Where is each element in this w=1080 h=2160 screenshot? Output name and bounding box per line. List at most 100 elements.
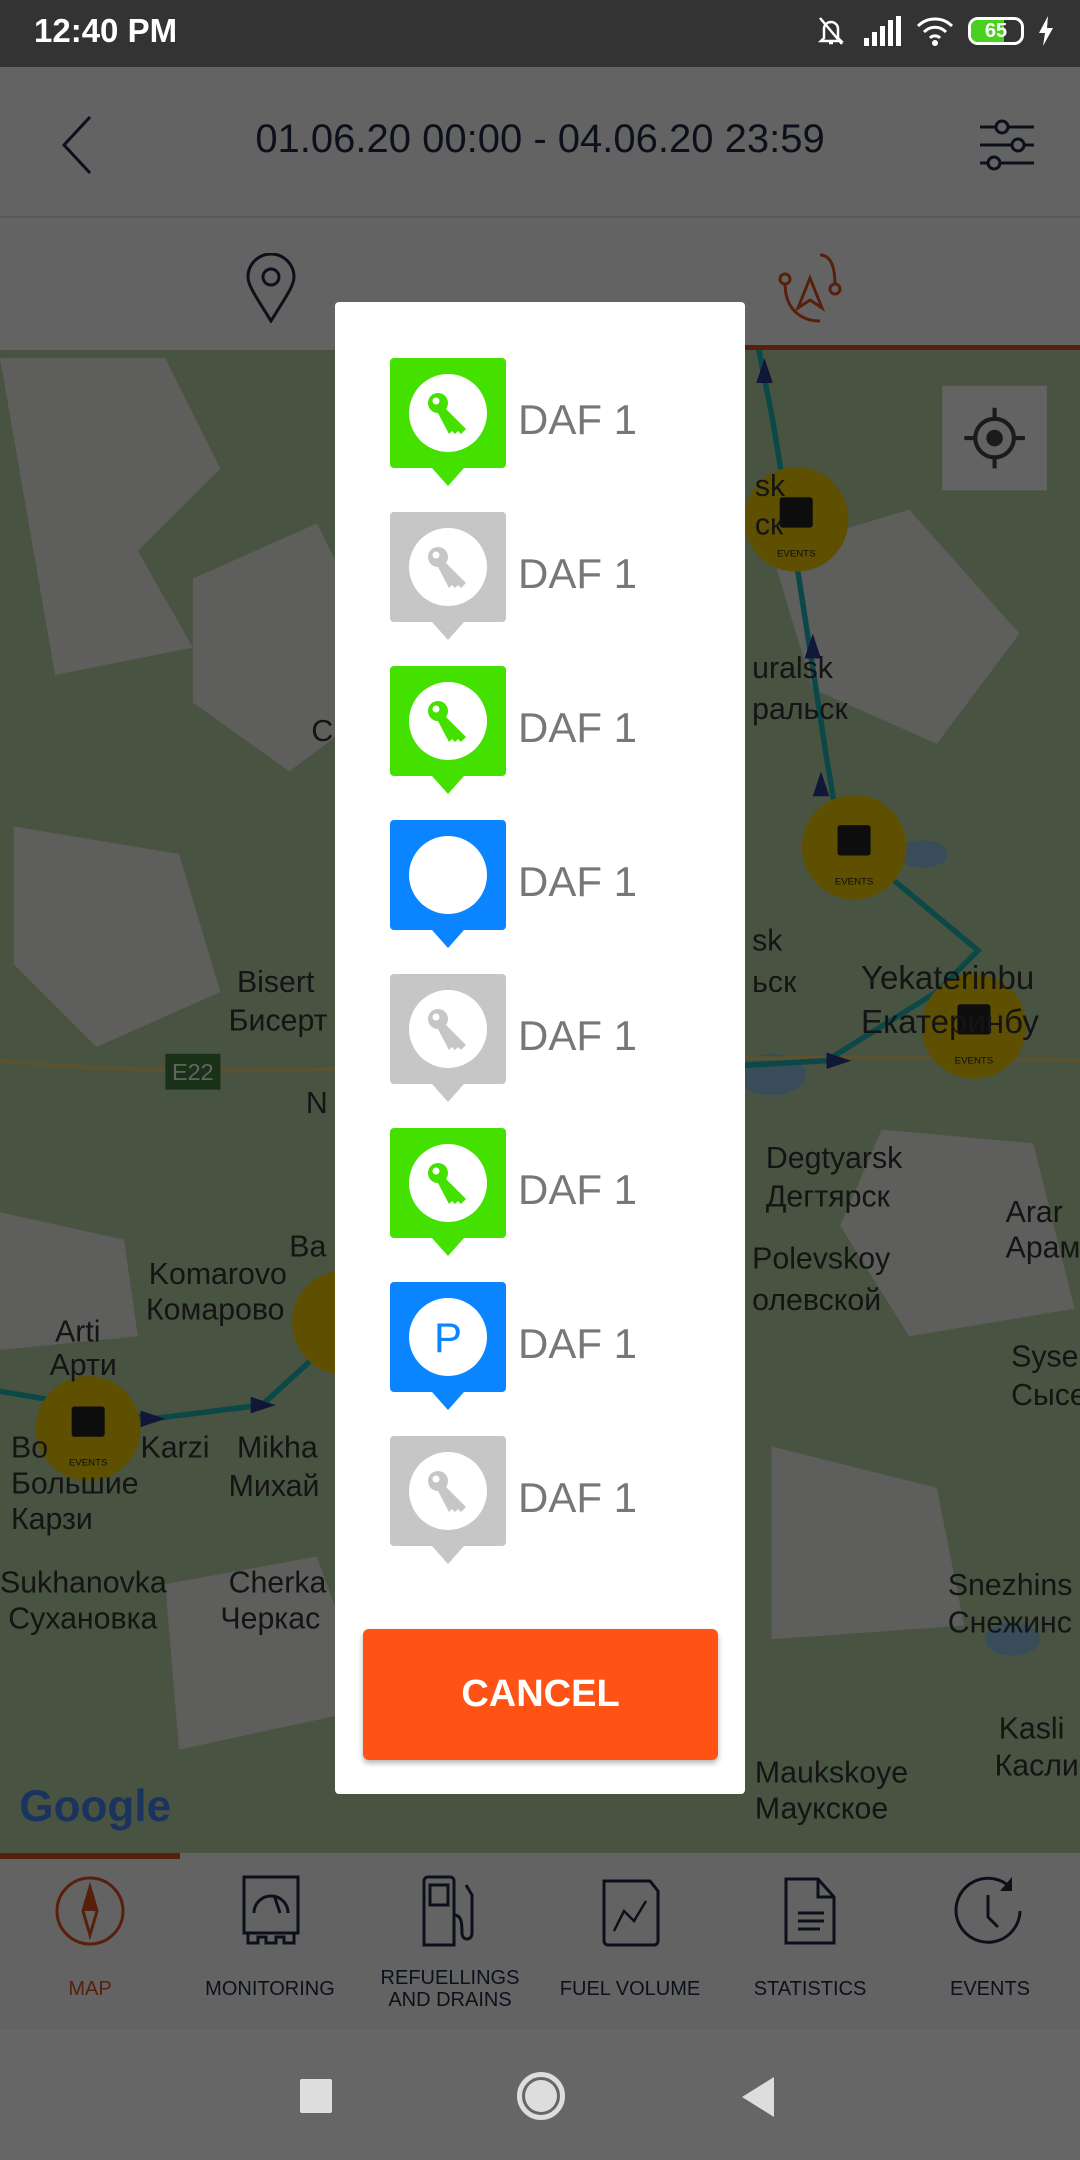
vehicle-name: DAF 1 — [518, 1474, 638, 1521]
nav-label: EVENTS — [949, 1978, 1031, 2000]
key-marker-icon — [390, 358, 506, 486]
nav-item-events[interactable]: EVENTS — [900, 1853, 1080, 2030]
map-label: ральск — [752, 693, 848, 726]
map-label: Kasli — [999, 1712, 1065, 1745]
vehicle-name: DAF 1 — [518, 704, 638, 751]
key-marker-icon — [390, 1128, 506, 1256]
nav-label: FUEL VOLUME — [559, 1978, 701, 2000]
map-label: Maukskoye — [755, 1757, 908, 1790]
clock: 12:40 PM — [34, 12, 178, 49]
route-icon[interactable] — [775, 253, 845, 323]
map-label: Михай — [229, 1470, 320, 1503]
nav-item-statistics[interactable]: STATISTICS — [720, 1853, 900, 2030]
map-label: Arti — [55, 1316, 100, 1349]
dialog-list-item[interactable]: DAF 1 — [390, 666, 720, 796]
map-label: Bo — [11, 1431, 48, 1464]
road-badge-label: E22 — [172, 1059, 214, 1085]
dialog-list-item[interactable]: DAF 1 — [390, 512, 720, 642]
nav-label: REFUELLINGS AND DRAINS — [380, 1967, 520, 2011]
map-label: Дегтярск — [766, 1181, 891, 1214]
key-marker-icon — [390, 974, 506, 1102]
nav-item-monitoring[interactable]: MONITORING — [180, 1853, 360, 2030]
nav-item-refuellings[interactable]: REFUELLINGS AND DRAINS — [360, 1853, 540, 2030]
bottom-navigation: MAP MONITORING REFUELLINGS AND DRAINS FU… — [0, 1853, 1080, 2030]
map-label: Снежинс — [948, 1606, 1072, 1639]
vehicle-name: DAF 1 — [518, 1012, 638, 1059]
battery-indicator: 65 — [968, 17, 1024, 45]
recents-button[interactable] — [300, 2079, 332, 2113]
vehicle-name: DAF 1 — [518, 858, 638, 905]
map-label: Маукское — [755, 1792, 888, 1825]
map-label: Mikha — [237, 1431, 318, 1464]
map-label: Комарово — [146, 1294, 284, 1327]
key-marker-icon — [390, 512, 506, 640]
battery-level: 65 — [984, 20, 1008, 42]
map-label: Касли — [995, 1750, 1079, 1783]
map-label: Арам — [1006, 1232, 1080, 1265]
map-label: sk — [755, 470, 786, 503]
map-label: Сысе — [1011, 1379, 1080, 1412]
nav-label: MONITORING — [205, 1978, 335, 2000]
home-button[interactable] — [517, 2072, 565, 2120]
silent-bell-icon — [817, 17, 845, 45]
map-label: Komarovo — [149, 1258, 287, 1291]
vehicle-name: DAF 1 — [518, 1166, 638, 1213]
dialog-list-item[interactable]: DAF 1 — [390, 1128, 720, 1258]
fuel-pump-icon — [422, 1875, 474, 1947]
nav-label: STATISTICS — [753, 1978, 867, 2000]
document-icon — [784, 1877, 836, 1945]
event-marker: EVENTS — [801, 794, 907, 900]
vehicle-name: DAF 1 — [518, 1320, 638, 1367]
chart-line-icon — [602, 1879, 660, 1947]
map-label: Черкас — [220, 1602, 320, 1635]
map-label: N — [306, 1087, 328, 1120]
map-label: Сухановка — [8, 1602, 157, 1635]
location-pin-icon[interactable] — [245, 253, 297, 323]
svg-text:EVENTS: EVENTS — [835, 876, 874, 887]
charging-icon — [1039, 16, 1053, 46]
map-label: Polevskoy — [752, 1243, 891, 1276]
event-marker: EVENTS — [35, 1376, 141, 1481]
google-logo: Google — [19, 1782, 171, 1831]
map-label: Бисерт — [229, 1004, 328, 1037]
map-label: Большие — [11, 1467, 139, 1500]
gauge-icon — [242, 1875, 300, 1945]
map-label: Cherka — [229, 1566, 327, 1599]
dialog-list-item[interactable]: P DAF 1 — [390, 1282, 720, 1412]
map-label: Yekaterinbu — [861, 960, 1034, 997]
map-label: uralsk — [752, 652, 834, 685]
parking-marker-icon: P — [390, 1282, 506, 1410]
sliders-icon[interactable] — [978, 115, 1036, 175]
map-label: Bisert — [237, 966, 315, 999]
vehicle-name: DAF 1 — [518, 550, 638, 597]
status-icons: 65 — [814, 14, 1054, 48]
nav-label: MAP — [68, 1978, 112, 2000]
svg-text:P: P — [434, 1314, 462, 1361]
dialog-list-item[interactable]: DAF 1 — [390, 1436, 720, 1566]
nav-item-map[interactable]: MAP — [0, 1853, 180, 2030]
dialog-list-item[interactable]: DAF 1 — [390, 358, 720, 488]
nav-item-fuel-volume[interactable]: FUEL VOLUME — [540, 1853, 720, 2030]
cancel-button[interactable]: CANCEL — [363, 1629, 718, 1760]
dialog-list-item[interactable]: DAF 1 — [390, 974, 720, 1104]
key-marker-icon — [390, 666, 506, 794]
map-label: олевской — [752, 1284, 881, 1317]
map-label: Snezhins — [948, 1569, 1073, 1602]
map-label: Degtyarsk — [766, 1142, 903, 1175]
app-header: 01.06.20 00:00 - 04.06.20 23:59 — [0, 67, 1080, 218]
system-navigation-bar — [0, 2030, 1080, 2160]
my-location-button[interactable] — [942, 385, 1047, 491]
compass-icon — [55, 1876, 125, 1946]
map-label: Ba — [289, 1230, 326, 1263]
map-label: C — [311, 715, 333, 748]
map-label: Karzi — [141, 1431, 210, 1464]
map-label: Екатеринбу — [861, 1004, 1039, 1041]
date-range[interactable]: 01.06.20 00:00 - 04.06.20 23:59 — [0, 117, 1080, 162]
map-label: Syse — [1011, 1341, 1078, 1374]
clock-icon — [954, 1876, 1022, 1944]
back-triangle-icon[interactable] — [740, 2075, 776, 2119]
dialog-list-item[interactable]: DAF 1 — [390, 820, 720, 950]
map-label: Карзи — [11, 1503, 93, 1536]
circle-marker-icon — [390, 820, 506, 948]
map-label: Sukhanovka — [0, 1566, 167, 1599]
